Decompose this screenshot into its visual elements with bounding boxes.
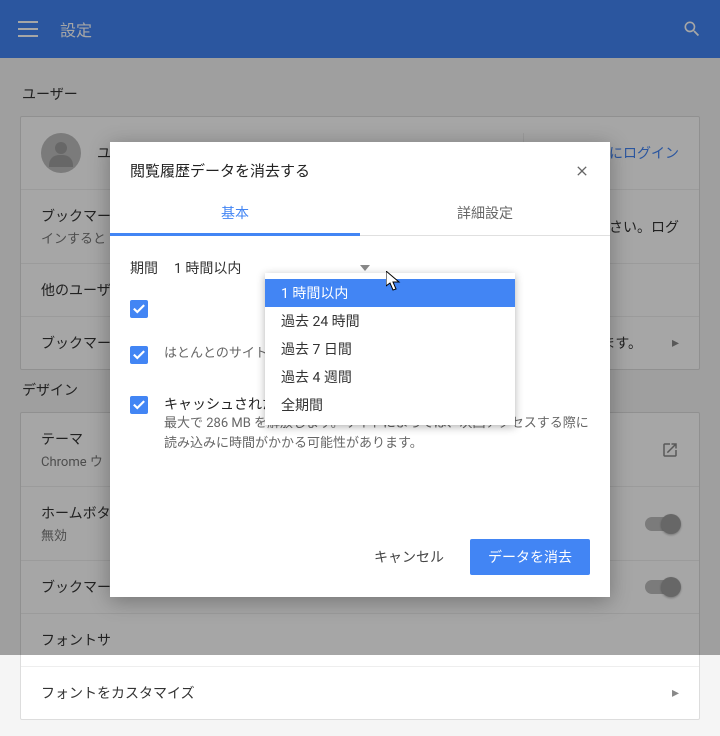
clear-browsing-data-dialog: 閲覧履歴データを消去する 基本 詳細設定 期間 1 時間以内 1 時間以内 過去… xyxy=(110,142,610,597)
mouse-cursor-icon xyxy=(386,271,402,291)
checkbox-cookies[interactable] xyxy=(130,346,148,364)
period-dropdown: 1 時間以内 過去 24 時間 過去 7 日間 過去 4 週間 全期間 xyxy=(265,273,515,425)
cancel-button[interactable]: キャンセル xyxy=(356,539,462,575)
dialog-tabs: 基本 詳細設定 xyxy=(110,191,610,236)
dialog-title: 閲覧履歴データを消去する xyxy=(130,160,574,181)
font-custom-row[interactable]: フォントをカスタマイズ ▸ xyxy=(21,666,699,719)
period-option-all[interactable]: 全期間 xyxy=(265,391,515,419)
period-label: 期間 xyxy=(130,258,158,278)
period-option-7d[interactable]: 過去 7 日間 xyxy=(265,335,515,363)
period-option-24h[interactable]: 過去 24 時間 xyxy=(265,307,515,335)
close-button[interactable] xyxy=(574,163,590,179)
dialog-footer: キャンセル データを消去 xyxy=(110,523,610,597)
tab-advanced[interactable]: 詳細設定 xyxy=(360,191,610,235)
checkbox-history[interactable] xyxy=(130,300,148,318)
tab-basic[interactable]: 基本 xyxy=(110,191,360,235)
period-option-4w[interactable]: 過去 4 週間 xyxy=(265,363,515,391)
clear-data-button[interactable]: データを消去 xyxy=(470,539,590,575)
checkbox-cache[interactable] xyxy=(130,396,148,414)
chevron-down-icon xyxy=(360,265,370,271)
period-row: 期間 1 時間以内 1 時間以内 過去 24 時間 過去 7 日間 過去 4 週… xyxy=(110,236,610,292)
chevron-right-icon: ▸ xyxy=(672,685,679,701)
